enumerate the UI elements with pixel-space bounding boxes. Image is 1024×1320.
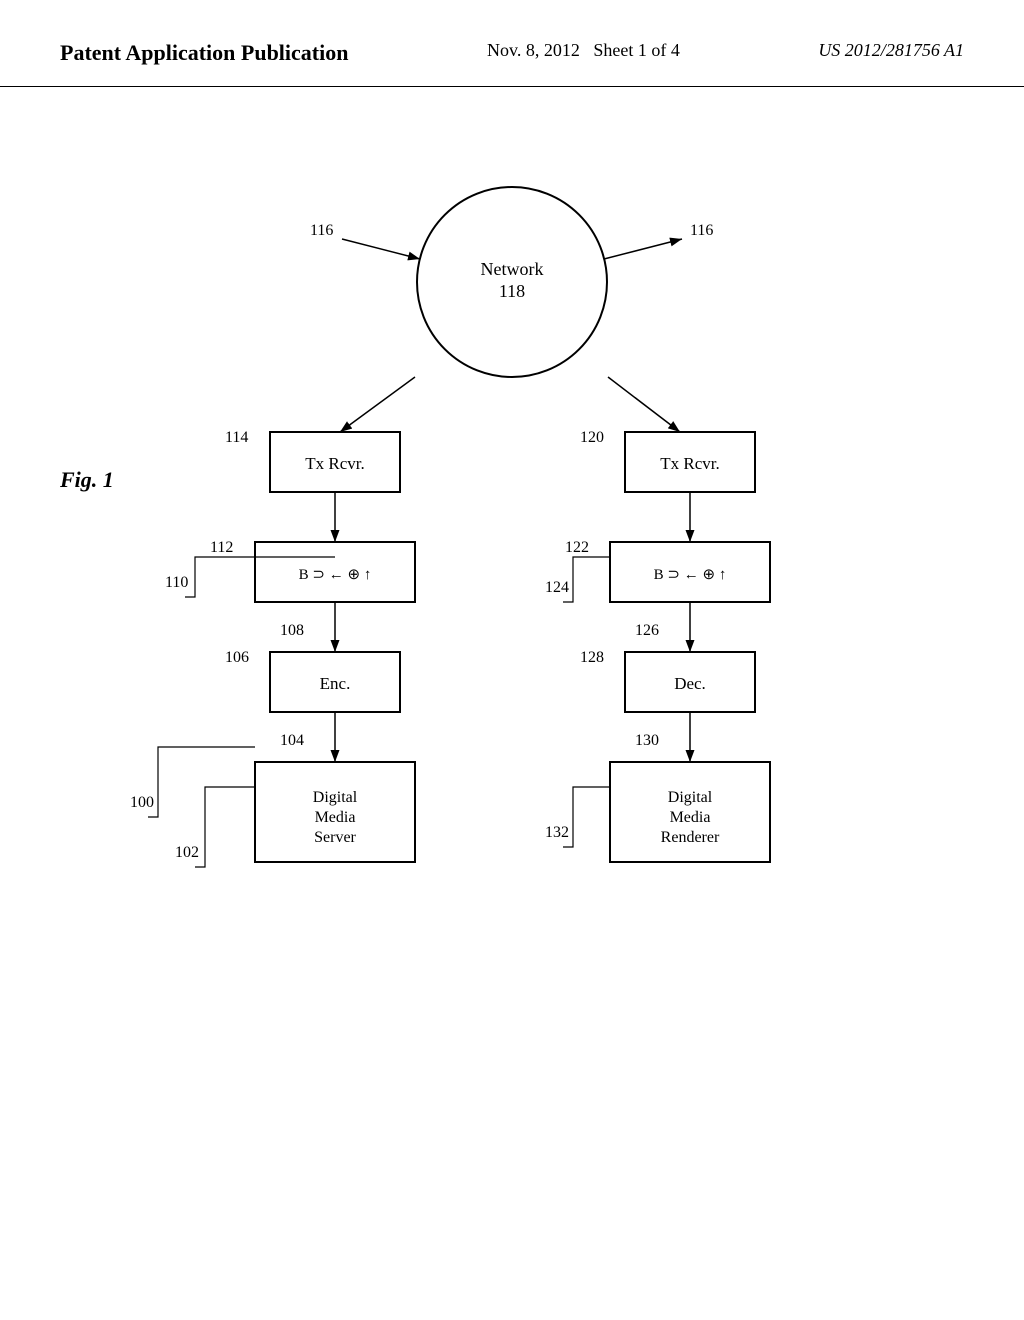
svg-text:122: 122 [565, 539, 589, 556]
svg-text:120: 120 [580, 429, 604, 446]
svg-text:102: 102 [175, 844, 199, 861]
svg-text:B ⊃ ← ⊕ ↑: B ⊃ ← ⊕ ↑ [654, 567, 727, 583]
svg-text:Digital: Digital [668, 789, 713, 806]
svg-text:Tx Rcvr.: Tx Rcvr. [660, 454, 720, 473]
svg-text:108: 108 [280, 622, 304, 639]
page-header: Patent Application Publication Nov. 8, 2… [0, 0, 1024, 87]
svg-text:116: 116 [690, 222, 713, 239]
svg-text:110: 110 [165, 574, 188, 591]
svg-text:Tx Rcvr.: Tx Rcvr. [305, 454, 365, 473]
svg-text:104: 104 [280, 732, 304, 749]
svg-text:Renderer: Renderer [661, 829, 720, 846]
svg-text:116: 116 [310, 222, 333, 239]
svg-text:126: 126 [635, 622, 659, 639]
svg-text:Media: Media [670, 809, 711, 826]
svg-text:Dec.: Dec. [674, 674, 706, 693]
sheet-info: Sheet 1 of 4 [593, 40, 679, 60]
svg-text:Digital: Digital [313, 789, 358, 806]
svg-text:Network: Network [481, 259, 544, 279]
diagram-area: Fig. 1 Network 118 116 116 Tx Rcvr. 114 [0, 87, 1024, 1267]
svg-text:130: 130 [635, 732, 659, 749]
svg-text:128: 128 [580, 649, 604, 666]
svg-text:112: 112 [210, 539, 233, 556]
svg-text:132: 132 [545, 824, 569, 841]
svg-text:114: 114 [225, 429, 248, 446]
publication-title: Patent Application Publication [60, 40, 348, 66]
svg-text:106: 106 [225, 649, 249, 666]
patent-number: US 2012/281756 A1 [818, 40, 964, 61]
svg-text:Enc.: Enc. [320, 674, 351, 693]
svg-text:124: 124 [545, 579, 569, 596]
svg-text:100: 100 [130, 794, 154, 811]
publication-date: Nov. 8, 2012 [487, 40, 580, 60]
svg-text:B ⊃ ← ⊕ ↑: B ⊃ ← ⊕ ↑ [299, 567, 372, 583]
header-date-sheet: Nov. 8, 2012 Sheet 1 of 4 [487, 40, 680, 61]
svg-text:Media: Media [315, 809, 356, 826]
svg-text:Server: Server [314, 829, 356, 846]
figure-diagram: Network 118 116 116 Tx Rcvr. 114 B ⊃ ← ⊕… [0, 87, 1024, 1267]
svg-text:118: 118 [499, 281, 525, 301]
